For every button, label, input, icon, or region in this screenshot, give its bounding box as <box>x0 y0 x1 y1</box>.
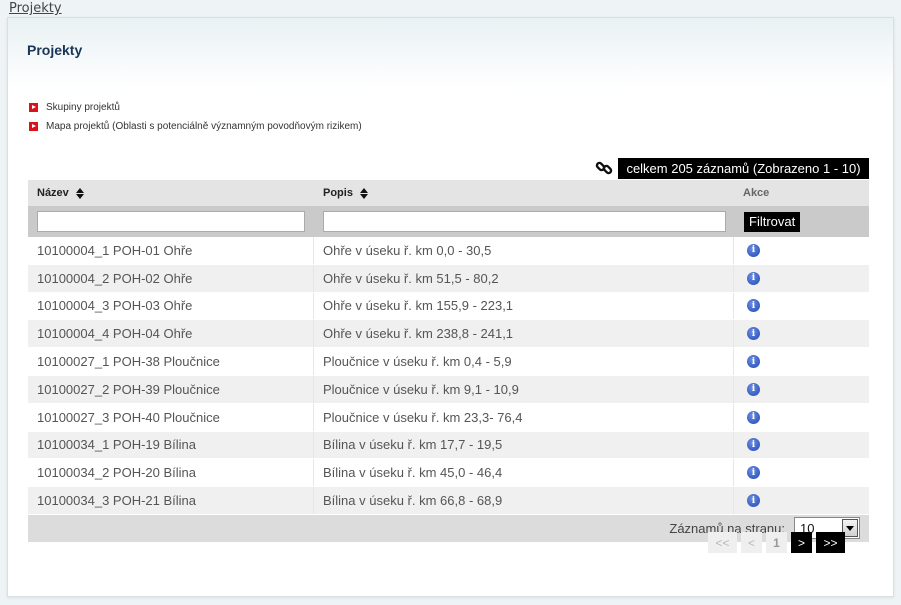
info-icon[interactable]: i <box>747 438 760 452</box>
cell-description: Ohře v úseku ř. km 238,8 - 241,1 <box>314 320 734 348</box>
pager-last-button[interactable]: >> <box>816 532 845 553</box>
cell-name: 10100027_3 POH-40 Ploučnice <box>28 403 314 431</box>
table-row: 10100004_3 POH-03 Ohře Ohře v úseku ř. k… <box>28 292 869 321</box>
cell-description: Bílina v úseku ř. km 17,7 - 19,5 <box>314 431 734 459</box>
pager-next-button[interactable]: > <box>791 532 812 553</box>
cell-name: 10100004_2 POH-02 Ohře <box>28 264 314 292</box>
header-akce: Akce <box>743 187 770 199</box>
header-label: Název <box>37 187 69 199</box>
info-icon[interactable]: i <box>747 327 760 341</box>
link-label: Mapa projektů (Oblasti s potenciálně výz… <box>46 121 362 132</box>
info-icon[interactable]: i <box>747 466 760 480</box>
cell-description: Ploučnice v úseku ř. km 9,1 - 10,9 <box>314 375 734 403</box>
filter-button[interactable]: Filtrovat <box>744 211 801 232</box>
info-icon[interactable]: i <box>747 410 760 424</box>
table-row: 10100027_1 POH-38 Ploučnice Ploučnice v … <box>28 348 869 376</box>
red-arrow-icon <box>29 122 38 131</box>
table-row: 10100004_4 POH-04 Ohře Ohře v úseku ř. k… <box>28 320 869 349</box>
cell-name: 10100004_3 POH-03 Ohře <box>28 292 314 320</box>
cell-name: 10100027_1 POH-38 Ploučnice <box>28 348 314 375</box>
cell-name: 10100027_2 POH-39 Ploučnice <box>28 375 314 403</box>
pager-prev-button[interactable]: < <box>741 532 762 553</box>
sort-icon[interactable] <box>75 187 84 199</box>
link-chain-icon[interactable] <box>595 159 613 177</box>
cell-name: 10100034_3 POH-21 Bílina <box>28 487 314 514</box>
info-icon[interactable]: i <box>747 299 760 313</box>
info-icon[interactable]: i <box>747 271 760 285</box>
filter-description-input[interactable] <box>323 211 726 232</box>
table-row: 10100004_2 POH-02 Ohře Ohře v úseku ř. k… <box>28 264 869 293</box>
info-icon[interactable]: i <box>747 355 760 369</box>
cell-description: Ploučnice v úseku ř. km 23,3- 76,4 <box>314 403 734 431</box>
filter-name-input[interactable] <box>37 211 305 232</box>
table-header: Název Popis Akce <box>28 180 869 206</box>
pager-first-button[interactable]: << <box>708 532 737 553</box>
table-row: 10100034_3 POH-21 Bílina Bílina v úseku … <box>28 487 869 515</box>
red-arrow-icon <box>29 103 38 112</box>
info-icon[interactable]: i <box>747 382 760 396</box>
header-label: Popis <box>323 187 353 199</box>
links-list: Skupiny projektů Mapa projektů (Oblasti … <box>29 98 362 136</box>
cell-description: Ploučnice v úseku ř. km 0,4 - 5,9 <box>314 348 734 375</box>
header-popis[interactable]: Popis <box>314 187 734 199</box>
sort-icon[interactable] <box>360 187 369 199</box>
link-mapa-projektu[interactable]: Mapa projektů (Oblasti s potenciálně výz… <box>29 117 362 136</box>
total-records-badge: celkem 205 záznamů (Zobrazeno 1 - 10) <box>618 158 869 179</box>
projects-table: Název Popis Akce Filtrovat 10100004_1 PO… <box>28 180 869 542</box>
table-row: 10100004_1 POH-01 Ohře Ohře v úseku ř. k… <box>28 237 869 265</box>
filter-row: Filtrovat <box>28 206 869 237</box>
table-row: 10100027_3 POH-40 Ploučnice Ploučnice v … <box>28 403 869 432</box>
cell-description: Bílina v úseku ř. km 45,0 - 46,4 <box>314 459 734 487</box>
link-label: Skupiny projektů <box>46 102 120 113</box>
content-panel: Projekty Skupiny projektů Mapa projektů … <box>7 17 894 597</box>
cell-description: Ohře v úseku ř. km 51,5 - 80,2 <box>314 264 734 292</box>
table-row: 10100034_1 POH-19 Bílina Bílina v úseku … <box>28 431 869 460</box>
table-body: 10100004_1 POH-01 Ohře Ohře v úseku ř. k… <box>28 237 869 515</box>
cell-name: 10100004_4 POH-04 Ohře <box>28 320 314 348</box>
pagination: << < 1 > >> <box>708 532 845 553</box>
table-row: 10100034_2 POH-20 Bílina Bílina v úseku … <box>28 459 869 488</box>
info-icon[interactable]: i <box>747 494 760 508</box>
table-row: 10100027_2 POH-39 Ploučnice Ploučnice v … <box>28 375 869 404</box>
link-skupiny-projektu[interactable]: Skupiny projektů <box>29 98 362 117</box>
cell-name: 10100034_2 POH-20 Bílina <box>28 459 314 487</box>
info-icon[interactable]: i <box>747 243 760 257</box>
header-nazev[interactable]: Název <box>28 187 314 199</box>
breadcrumb-projekty[interactable]: Projekty <box>9 1 62 16</box>
cell-description: Ohře v úseku ř. km 0,0 - 30,5 <box>314 237 734 264</box>
cell-description: Ohře v úseku ř. km 155,9 - 223,1 <box>314 292 734 320</box>
cell-description: Bílina v úseku ř. km 66,8 - 68,9 <box>314 487 734 514</box>
cell-name: 10100034_1 POH-19 Bílina <box>28 431 314 459</box>
page-title: Projekty <box>27 42 83 58</box>
pager-current-page: 1 <box>766 532 787 553</box>
cell-name: 10100004_1 POH-01 Ohře <box>28 237 314 264</box>
